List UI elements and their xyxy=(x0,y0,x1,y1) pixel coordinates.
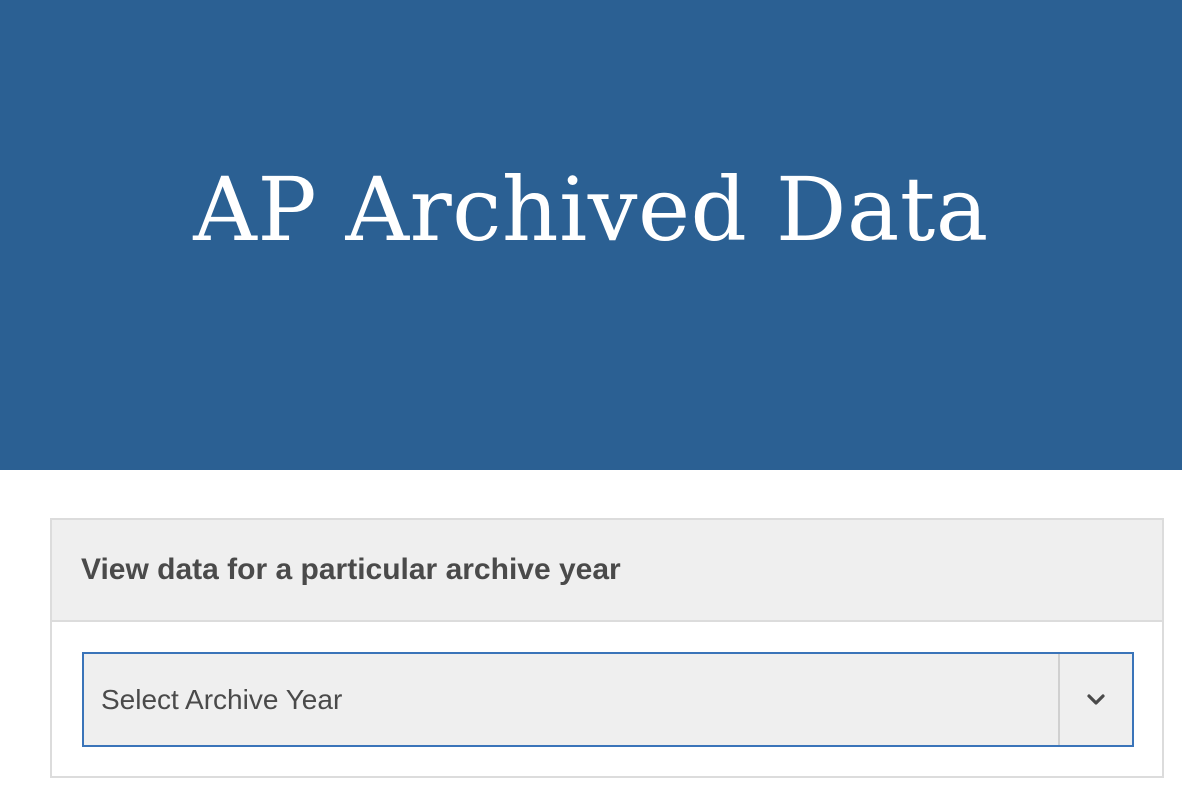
select-toggle[interactable] xyxy=(1058,654,1132,745)
archive-year-select[interactable]: Select Archive Year xyxy=(82,652,1134,747)
chevron-down-icon xyxy=(1087,693,1105,705)
page-title: AP Archived Data xyxy=(193,157,989,261)
panel-heading: View data for a particular archive year xyxy=(81,553,621,586)
archive-year-select-value: Select Archive Year xyxy=(101,683,343,715)
archive-year-panel: View data for a particular archive year … xyxy=(50,518,1164,778)
panel-body: Select Archive Year xyxy=(52,622,1162,776)
panel-header: View data for a particular archive year xyxy=(52,520,1162,622)
hero-banner: AP Archived Data xyxy=(0,0,1182,470)
